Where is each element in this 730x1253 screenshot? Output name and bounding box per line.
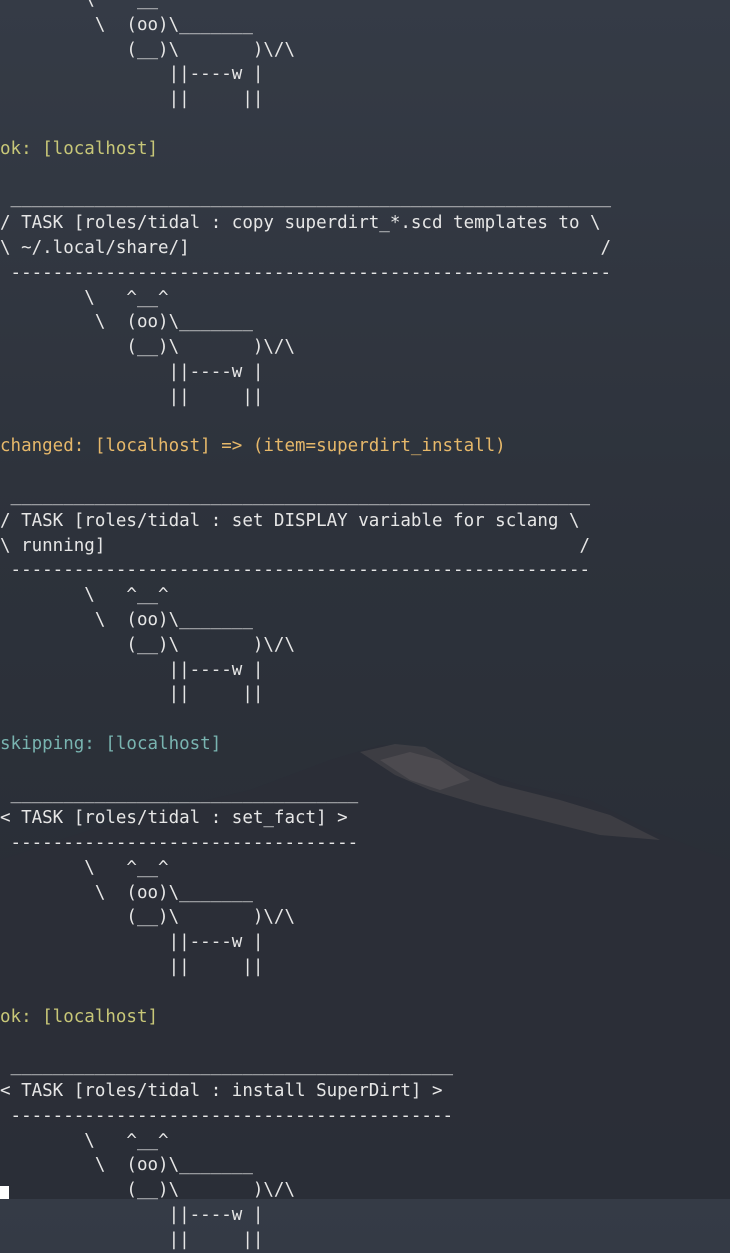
banner-line: < TASK [roles/tidal : install SuperDirt]… xyxy=(0,1081,443,1102)
cow-line: || || xyxy=(0,684,264,705)
cow-line: \ ^__^ xyxy=(0,857,169,878)
banner-line: ________________________________________… xyxy=(0,485,591,506)
banner-line: < TASK [roles/tidal : set_fact] > xyxy=(0,808,348,829)
cow-line: (__)\ )\/\ xyxy=(0,634,296,655)
cow-line: (__)\ )\/\ xyxy=(0,39,296,60)
banner-line: ----------------------------------------… xyxy=(0,1105,454,1126)
banner-line: / TASK [roles/tidal : set DISPLAY variab… xyxy=(0,510,580,531)
banner-line: ________________________________________… xyxy=(0,188,612,209)
cow-line: ||----w | xyxy=(0,932,264,953)
status-ok-line: ok: [localhost] xyxy=(0,1006,159,1027)
cow-line: \ (oo)\_______ xyxy=(0,312,253,333)
cow-line: \ (oo)\_______ xyxy=(0,882,253,903)
cow-line: || || xyxy=(0,957,264,978)
banner-line: ----------------------------------------… xyxy=(0,262,612,283)
cow-line: (__)\ )\/\ xyxy=(0,337,296,358)
cow-line: \ ^__^ xyxy=(0,1130,169,1151)
banner-line: \ running] / xyxy=(0,535,591,556)
cow-line: \ ^__^ xyxy=(0,585,169,606)
cow-line: || || xyxy=(0,386,264,407)
cow-line: || || xyxy=(0,1229,264,1250)
terminal-cursor[interactable] xyxy=(0,1186,9,1199)
cow-line: \ ^__^ xyxy=(0,287,169,308)
cow-line: (__)\ )\/\ xyxy=(0,907,296,928)
banner-line: / TASK [roles/tidal : copy superdirt_*.s… xyxy=(0,213,601,234)
cow-line: || || xyxy=(0,89,264,110)
cow-line: ||----w | xyxy=(0,659,264,680)
banner-line: ________________________________________… xyxy=(0,1056,454,1077)
cow-line: ||----w | xyxy=(0,361,264,382)
cow-line: ||----w | xyxy=(0,64,264,85)
cow-line: \ (oo)\_______ xyxy=(0,14,253,35)
cow-line: \ (oo)\_______ xyxy=(0,1155,253,1176)
banner-line: --------------------------------- xyxy=(0,833,359,854)
banner-line: ----------------------------------------… xyxy=(0,560,591,581)
status-skipping-line: skipping: [localhost] xyxy=(0,733,222,754)
cow-line: \ (oo)\_______ xyxy=(0,609,253,630)
terminal-output: \ ^__^ \ (oo)\_______ (__)\ )\/\ ||----w… xyxy=(0,0,611,1253)
status-changed-line: changed: [localhost] => (item=superdirt_… xyxy=(0,436,506,457)
cow-line: ||----w | xyxy=(0,1205,264,1226)
banner-line: \ ~/.local/share/] / xyxy=(0,237,612,258)
status-ok-line: ok: [localhost] xyxy=(0,138,159,159)
banner-line: _________________________________ xyxy=(0,783,359,804)
cow-line: (__)\ )\/\ xyxy=(0,1180,296,1201)
cow-line: \ ^__^ xyxy=(0,0,169,10)
